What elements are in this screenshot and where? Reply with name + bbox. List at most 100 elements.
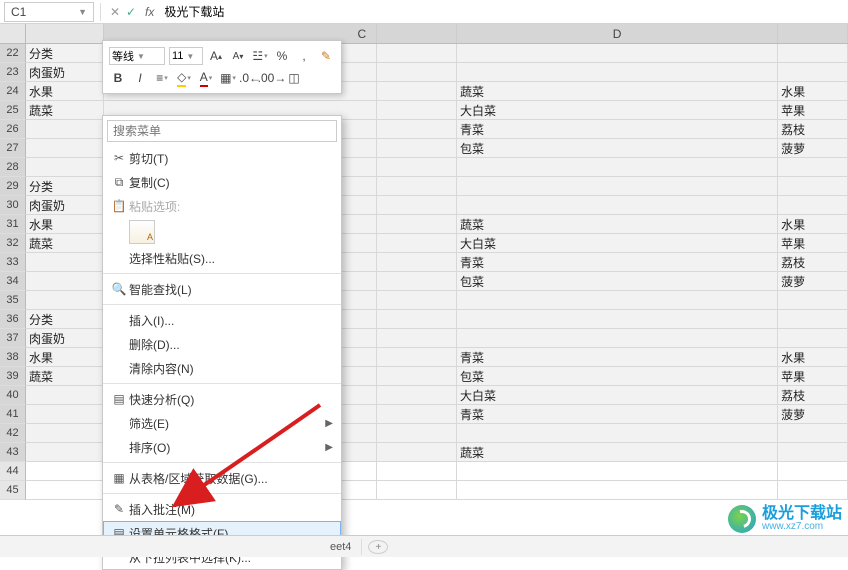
decrease-decimal-button[interactable]: .0← [241,69,259,87]
font-name-select[interactable]: 等线▼ [109,47,165,65]
row-number[interactable]: 43 [0,443,26,462]
cell[interactable] [778,443,848,462]
col-header-d[interactable]: D [457,24,778,43]
cell[interactable]: 蔬菜 [26,367,104,386]
menu-smart-lookup[interactable]: 🔍 智能查找(L) [103,277,341,301]
row-number[interactable]: 45 [0,481,26,500]
row-number[interactable]: 41 [0,405,26,424]
menu-delete[interactable]: 删除(D)... [103,332,341,356]
menu-insert-comment[interactable]: ✎ 插入批注(M) [103,497,341,521]
cell[interactable]: 大白菜 [457,386,778,405]
cell[interactable]: 苹果 [778,234,848,253]
cell[interactable] [377,234,457,253]
cell[interactable]: 肉蛋奶 [26,63,104,82]
row-number[interactable]: 37 [0,329,26,348]
cell[interactable]: 青菜 [457,405,778,424]
row-number[interactable]: 42 [0,424,26,443]
cell[interactable] [26,139,104,158]
name-box[interactable]: C1 ▼ [4,2,94,22]
cell[interactable] [377,462,457,481]
row-number[interactable]: 26 [0,120,26,139]
cell[interactable]: 菠萝 [778,139,848,158]
cell[interactable]: 水果 [26,215,104,234]
font-color-button[interactable]: A▾ [197,69,215,87]
cell[interactable]: 菠萝 [778,272,848,291]
cell[interactable]: 分类 [26,177,104,196]
cell[interactable]: 苹果 [778,101,848,120]
cell[interactable] [457,44,778,63]
cell[interactable] [377,215,457,234]
row-number[interactable]: 35 [0,291,26,310]
row-number[interactable]: 28 [0,158,26,177]
font-size-select[interactable]: 11▼ [169,47,203,65]
cell[interactable] [377,196,457,215]
cell[interactable] [778,177,848,196]
sheet-tab[interactable]: eet4 [320,539,362,555]
cell[interactable]: 水果 [778,348,848,367]
cell[interactable] [377,424,457,443]
cell[interactable] [457,462,778,481]
select-all-corner[interactable] [0,24,26,43]
comma-style-button[interactable]: , [295,47,313,65]
cell[interactable] [377,367,457,386]
increase-font-button[interactable]: A▴ [207,47,225,65]
italic-button[interactable]: I [131,69,149,87]
cell[interactable] [778,424,848,443]
cell[interactable] [778,196,848,215]
cell[interactable] [26,481,104,500]
cell[interactable]: 蔬菜 [26,234,104,253]
cell[interactable] [778,481,848,500]
cell[interactable] [26,386,104,405]
cell[interactable] [26,405,104,424]
cell[interactable] [377,120,457,139]
cell[interactable] [457,291,778,310]
row-number[interactable]: 40 [0,386,26,405]
row-number[interactable]: 36 [0,310,26,329]
cell[interactable]: 蔬菜 [457,443,778,462]
row-number[interactable]: 22 [0,44,26,63]
menu-cut[interactable]: ✂ 剪切(T) [103,146,341,170]
cell[interactable]: 青菜 [457,253,778,272]
cell[interactable] [377,158,457,177]
cell[interactable]: 水果 [26,348,104,367]
paste-keep-source-button[interactable]: A [129,220,155,244]
cell[interactable]: 包菜 [457,367,778,386]
row-number[interactable]: 34 [0,272,26,291]
cell[interactable] [377,386,457,405]
cell[interactable] [457,158,778,177]
cell[interactable] [26,462,104,481]
formula-input[interactable] [160,3,844,21]
menu-insert[interactable]: 插入(I)... [103,308,341,332]
col-header-c2[interactable] [377,24,457,43]
accounting-format-button[interactable]: ☳▾ [251,47,269,65]
cell[interactable] [778,291,848,310]
menu-clear[interactable]: 清除内容(N) [103,356,341,380]
cell[interactable] [457,196,778,215]
row-number[interactable]: 33 [0,253,26,272]
cell[interactable] [26,291,104,310]
cell[interactable]: 肉蛋奶 [26,196,104,215]
menu-filter[interactable]: 筛选(E) ▶ [103,411,341,435]
cell[interactable]: 大白菜 [457,101,778,120]
cell[interactable] [377,82,457,101]
percent-button[interactable]: % [273,47,291,65]
align-button[interactable]: ≡▾ [153,69,171,87]
row-number[interactable]: 32 [0,234,26,253]
cell[interactable] [778,310,848,329]
cell[interactable] [377,44,457,63]
menu-quick-analysis[interactable]: ▤ 快速分析(Q) [103,387,341,411]
cell[interactable] [377,253,457,272]
cell[interactable]: 水果 [26,82,104,101]
cell[interactable] [457,329,778,348]
cell[interactable] [377,310,457,329]
cell[interactable]: 大白菜 [457,234,778,253]
cell[interactable] [457,63,778,82]
cell[interactable] [377,348,457,367]
cell[interactable] [377,405,457,424]
cell[interactable] [377,329,457,348]
fx-label[interactable]: fx [145,5,154,19]
cell[interactable]: 青菜 [457,348,778,367]
cell[interactable]: 荔枝 [778,120,848,139]
cell[interactable]: 荔枝 [778,253,848,272]
cell[interactable]: 蔬菜 [457,215,778,234]
